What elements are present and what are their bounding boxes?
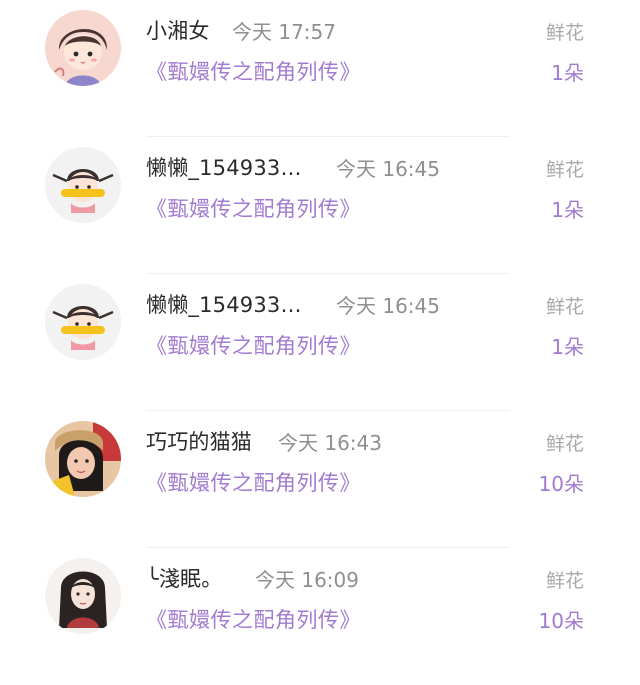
user-name[interactable]: 懒懒_154933…: [146, 152, 302, 182]
avatar[interactable]: [45, 147, 121, 223]
gift-record-list: 小湘女 今天 17:57 《甄嬛传之配角列传》 鲜花 1朵 懒懒_154933……: [0, 0, 640, 647]
book-title-link[interactable]: 《甄嬛传之配角列传》: [146, 604, 361, 634]
gift-count: 1朵: [551, 198, 584, 222]
user-name[interactable]: ╰淺眠。: [146, 563, 222, 593]
list-item[interactable]: 懒懒_154933… 今天 16:45 《甄嬛传之配角列传》 鲜花 1朵: [0, 274, 640, 411]
gift-count: 10朵: [538, 472, 584, 496]
timestamp: 今天 16:45: [336, 157, 440, 181]
cartoon-girl-avatar-icon: [45, 284, 121, 360]
avatar[interactable]: [45, 421, 121, 497]
user-name[interactable]: 巧巧的猫猫: [146, 426, 252, 456]
book-title-link[interactable]: 《甄嬛传之配角列传》: [146, 330, 361, 360]
gift-count: 10朵: [538, 609, 584, 633]
avatar[interactable]: [45, 558, 121, 634]
book-title-link[interactable]: 《甄嬛传之配角列传》: [146, 193, 361, 223]
gift-count: 1朵: [551, 335, 584, 359]
photo-avatar-icon: [45, 421, 121, 497]
timestamp: 今天 16:43: [278, 431, 382, 455]
avatar[interactable]: [45, 10, 121, 86]
book-title-link[interactable]: 《甄嬛传之配角列传》: [146, 56, 361, 86]
gift-type: 鲜花: [545, 22, 584, 44]
avatar[interactable]: [45, 284, 121, 360]
gift-type: 鲜花: [545, 159, 584, 181]
book-title-link[interactable]: 《甄嬛传之配角列传》: [146, 467, 361, 497]
timestamp: 今天 16:09: [255, 568, 359, 592]
user-name[interactable]: 小湘女: [146, 15, 210, 45]
gift-count: 1朵: [551, 61, 584, 85]
cartoon-boy-avatar-icon: [45, 10, 121, 86]
list-item[interactable]: 巧巧的猫猫 今天 16:43 《甄嬛传之配角列传》 鲜花 10朵: [0, 411, 640, 548]
list-item[interactable]: ╰淺眠。 今天 16:09 《甄嬛传之配角列传》 鲜花 10朵: [0, 548, 640, 685]
timestamp: 今天 16:45: [336, 294, 440, 318]
gift-type: 鲜花: [545, 570, 584, 592]
gift-type: 鲜花: [545, 296, 584, 318]
list-item[interactable]: 懒懒_154933… 今天 16:45 《甄嬛传之配角列传》 鲜花 1朵: [0, 137, 640, 274]
cartoon-girl-avatar-icon: [45, 147, 121, 223]
timestamp: 今天 17:57: [232, 20, 336, 44]
user-name[interactable]: 懒懒_154933…: [146, 289, 302, 319]
illustrated-girl-avatar-icon: [45, 558, 121, 634]
list-item[interactable]: 小湘女 今天 17:57 《甄嬛传之配角列传》 鲜花 1朵: [0, 0, 640, 137]
gift-type: 鲜花: [545, 433, 584, 455]
